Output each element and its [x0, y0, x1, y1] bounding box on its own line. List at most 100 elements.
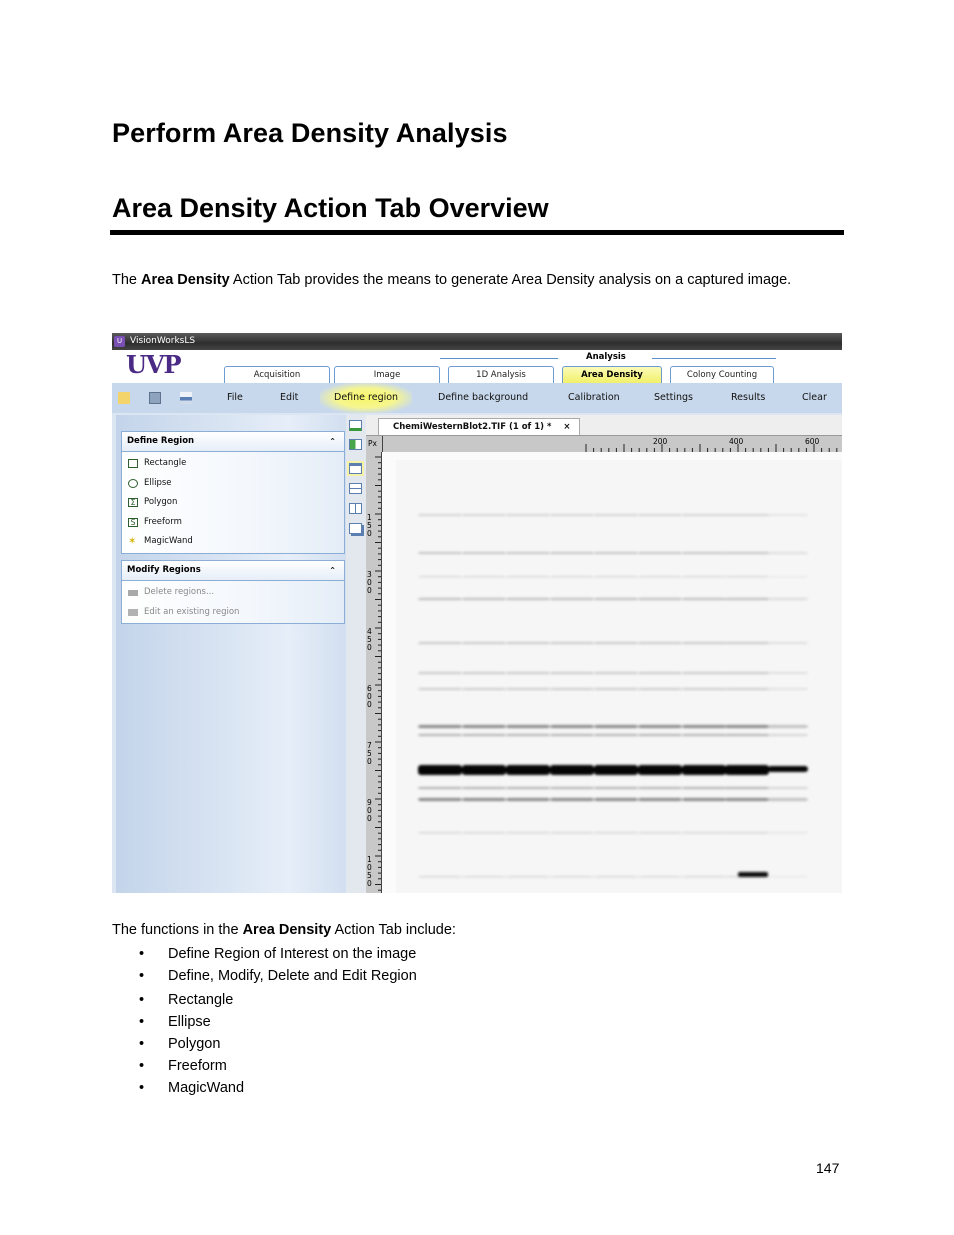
define-magicwand[interactable]: ✶ MagicWand — [122, 532, 344, 552]
edit-region-icon — [128, 608, 138, 616]
blot-band — [506, 576, 550, 578]
define-region-header[interactable]: Define Region ⌃ — [122, 432, 344, 452]
rectangle-icon — [128, 459, 138, 468]
list-item: Rectangle — [112, 990, 417, 1012]
blot-band — [462, 876, 506, 878]
document-tab[interactable]: ChemiWesternBlot2.TIF (1 of 1) * × — [378, 418, 580, 435]
blot-band — [682, 734, 726, 736]
blot-band — [594, 725, 638, 728]
blot-band — [418, 688, 462, 690]
toolbar-settings[interactable]: Settings — [654, 383, 693, 413]
blot-band — [638, 642, 682, 644]
collapse-icon[interactable]: ⌃ — [329, 432, 336, 451]
blot-band — [638, 798, 682, 801]
blot-band — [768, 514, 808, 516]
blot-band — [594, 832, 638, 834]
blot-band — [506, 765, 550, 775]
blot-band — [550, 672, 594, 674]
blot-band — [682, 576, 726, 578]
blot-band — [418, 734, 462, 736]
tab-1d-analysis[interactable]: 1D Analysis — [448, 366, 554, 383]
blot-band — [418, 876, 462, 878]
blot-band — [462, 765, 506, 775]
blot-band — [550, 688, 594, 690]
modify-regions-panel: Modify Regions ⌃ Delete regions... Edit … — [121, 560, 345, 624]
functions-list: Define Region of Interest on the image D… — [112, 944, 417, 1100]
toolbar-results[interactable]: Results — [731, 383, 765, 413]
blot-band — [506, 598, 550, 600]
new-window-icon[interactable] — [349, 420, 362, 431]
blot-band — [506, 798, 550, 801]
define-ellipse[interactable]: Ellipse — [122, 474, 344, 494]
split-vertical-icon[interactable] — [349, 503, 362, 514]
open-folder-icon[interactable] — [118, 392, 130, 404]
define-rectangle[interactable]: Rectangle — [122, 454, 344, 474]
toolbar-clear[interactable]: Clear — [802, 383, 827, 413]
blot-band — [506, 734, 550, 736]
edit-existing-region[interactable]: Edit an existing region — [122, 603, 344, 623]
blot-band — [768, 725, 808, 728]
blot-image-canvas[interactable] — [382, 452, 842, 893]
hruler-label: 400 — [729, 437, 744, 446]
intro-paragraph: The Area Density Action Tab provides the… — [112, 271, 832, 289]
western-blot-image — [396, 460, 842, 893]
define-polygon[interactable]: Σ Polygon — [122, 493, 344, 513]
lead-text-rest: Action Tab include: — [331, 922, 456, 938]
tab-acquisition[interactable]: Acquisition — [224, 366, 330, 383]
blot-band — [506, 552, 550, 554]
blot-band — [638, 598, 682, 600]
define-freeform[interactable]: S Freeform — [122, 513, 344, 533]
heading-rule — [110, 230, 844, 235]
blot-band — [725, 576, 769, 578]
close-icon[interactable]: × — [563, 422, 570, 432]
blot-band — [725, 787, 769, 789]
toolbar-define-region[interactable]: Define region — [320, 383, 413, 413]
cascade-icon[interactable] — [349, 523, 362, 534]
blot-band — [638, 552, 682, 554]
blot-band — [594, 642, 638, 644]
split-horizontal-icon[interactable] — [349, 483, 362, 494]
uvp-logo: UVP — [126, 350, 182, 379]
blot-band — [682, 798, 726, 801]
blot-band — [550, 598, 594, 600]
delete-regions[interactable]: Delete regions... — [122, 583, 344, 603]
blot-band — [638, 832, 682, 834]
blot-band — [594, 552, 638, 554]
toolbar-edit[interactable]: Edit — [280, 383, 298, 413]
freeform-label: Freeform — [144, 516, 182, 527]
modify-regions-header[interactable]: Modify Regions ⌃ — [122, 561, 344, 581]
print-icon[interactable] — [180, 392, 192, 404]
blot-band — [594, 734, 638, 736]
fit-window-icon[interactable] — [349, 439, 362, 450]
tab-image[interactable]: Image — [334, 366, 440, 383]
blot-band — [418, 598, 462, 600]
blot-band — [550, 876, 594, 878]
blot-band — [725, 725, 769, 728]
blot-band — [594, 787, 638, 789]
collapse-icon[interactable]: ⌃ — [329, 561, 336, 580]
blot-band — [638, 514, 682, 516]
blot-band — [638, 787, 682, 789]
single-view-icon[interactable] — [349, 463, 362, 474]
blot-band — [462, 832, 506, 834]
blot-band — [418, 514, 462, 516]
vruler-label: 750 — [367, 741, 372, 766]
vruler-label: 300 — [367, 570, 372, 595]
blot-band — [725, 672, 769, 674]
toolbar-define-background[interactable]: Define background — [438, 383, 528, 413]
blot-band — [594, 688, 638, 690]
blot-band — [462, 514, 506, 516]
blot-band — [638, 688, 682, 690]
toolbar-calibration[interactable]: Calibration — [568, 383, 620, 413]
tab-area-density[interactable]: Area Density — [562, 366, 662, 383]
tab-colony-counting[interactable]: Colony Counting — [670, 366, 774, 383]
document-area: ChemiWesternBlot2.TIF (1 of 1) * × Px 200… — [366, 415, 842, 893]
save-icon[interactable] — [149, 392, 161, 404]
freeform-icon: S — [128, 517, 138, 527]
blot-band — [725, 514, 769, 516]
blot-band — [462, 734, 506, 736]
blot-band — [462, 787, 506, 789]
blot-band — [682, 832, 726, 834]
toolbar-file[interactable]: File — [227, 383, 243, 413]
delete-regions-label: Delete regions... — [144, 587, 215, 597]
